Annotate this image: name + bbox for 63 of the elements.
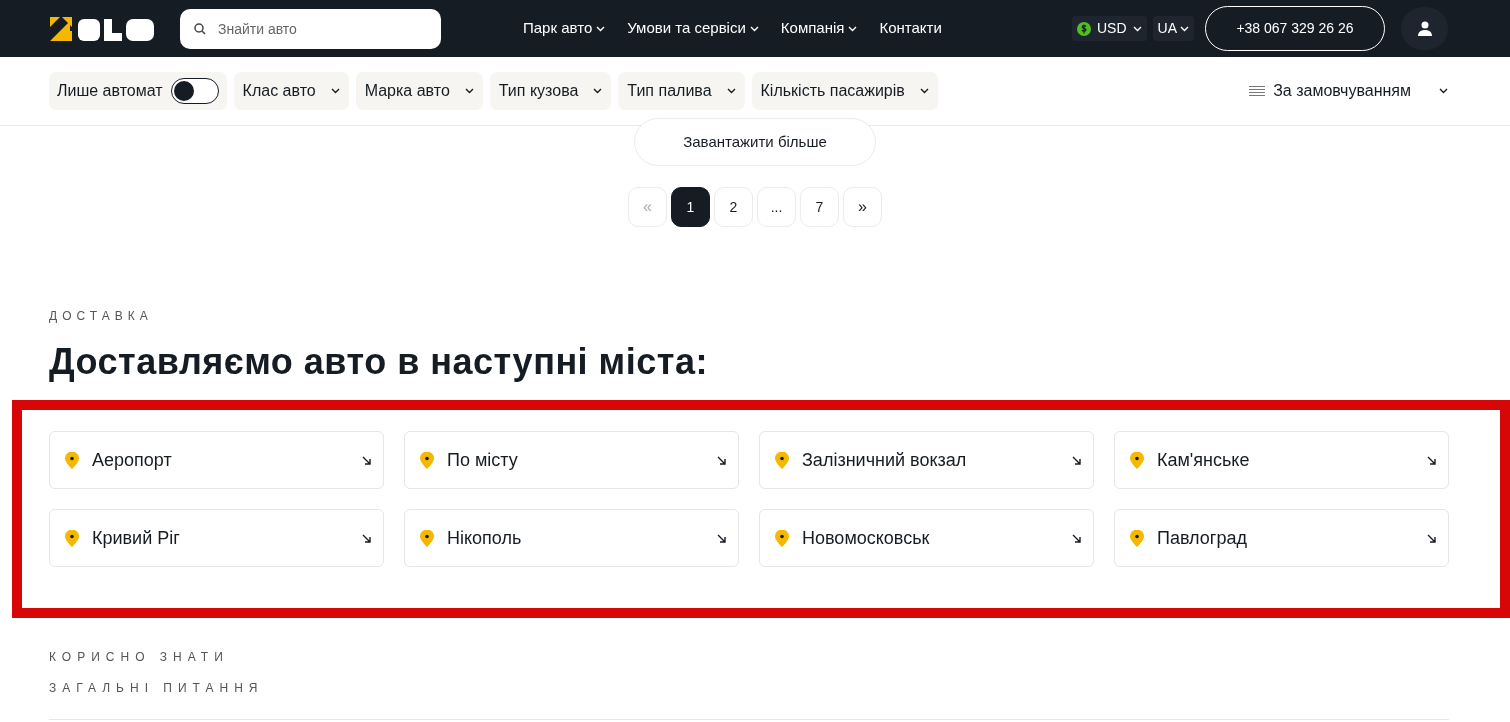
map-pin-icon: [420, 451, 434, 469]
dollar-coin-icon: [1077, 21, 1091, 36]
chevron-down-icon: [330, 88, 340, 94]
arrow-down-right-icon: [362, 455, 371, 465]
filter-dropdown[interactable]: Клас авто: [233, 72, 349, 110]
map-pin-icon: [1130, 451, 1144, 469]
arrow-down-right-icon: [362, 533, 371, 543]
automatic-toggle-chip[interactable]: Лише автомат: [49, 72, 227, 110]
map-pin-icon: [775, 529, 789, 547]
account-button[interactable]: [1401, 7, 1448, 50]
chevron-down-icon: [1180, 25, 1189, 32]
chevron-down-icon: [464, 88, 474, 94]
city-card[interactable]: Кривий Ріг: [49, 509, 384, 567]
city-card[interactable]: Аеропорт: [49, 431, 384, 489]
arrow-down-right-icon: [1427, 455, 1436, 465]
nav-link[interactable]: Парк авто: [522, 17, 607, 40]
map-pin-icon: [775, 451, 789, 469]
city-card[interactable]: Залізничний вокзал: [759, 431, 1094, 489]
toggle-switch[interactable]: [170, 78, 219, 104]
arrow-down-right-icon: [1072, 455, 1081, 465]
city-card[interactable]: По місту: [404, 431, 739, 489]
search-field[interactable]: Знайти авто: [180, 8, 441, 49]
map-pin-icon: [420, 529, 434, 547]
nav-link[interactable]: Контакти: [878, 17, 943, 40]
language-select[interactable]: UA: [1152, 16, 1194, 41]
chevron-down-icon: [1132, 25, 1142, 32]
user-icon: [1417, 21, 1432, 36]
chevron-down-icon: [919, 88, 929, 94]
pagination-page[interactable]: 1: [671, 187, 710, 227]
arrow-down-right-icon: [1427, 533, 1436, 543]
chevron-down-icon: [726, 88, 736, 94]
city-card[interactable]: Нікополь: [404, 509, 739, 567]
section-subtitle: ЗАГАЛЬНІ ПИТАННЯ: [49, 680, 265, 697]
map-pin-icon: [65, 451, 79, 469]
city-card[interactable]: Новомосковськ: [759, 509, 1094, 567]
pagination-page[interactable]: 2: [714, 187, 753, 227]
map-pin-icon: [65, 529, 79, 547]
city-card[interactable]: Кам'янське: [1114, 431, 1449, 489]
nav-link[interactable]: Компанія: [779, 17, 859, 40]
map-pin-icon: [1130, 529, 1144, 547]
section-eyebrow: КОРИСНО ЗНАТИ: [49, 649, 230, 666]
arrow-down-right-icon: [717, 455, 726, 465]
search-icon: [194, 22, 206, 35]
sort-dropdown[interactable]: За замовчуванням: [1249, 79, 1448, 103]
filter-dropdown[interactable]: Кількість пасажирів: [751, 72, 938, 110]
section-heading: Доставляємо авто в наступні міста:: [49, 340, 709, 384]
lines-icon: [1249, 85, 1266, 97]
nav-link[interactable]: Умови та сервіси: [626, 17, 760, 40]
load-more-button[interactable]: Завантажити більше: [634, 118, 876, 166]
pagination-arrow[interactable]: »: [843, 187, 882, 227]
arrow-down-right-icon: [717, 533, 726, 543]
city-card[interactable]: Павлоград: [1114, 509, 1449, 567]
currency-select[interactable]: USD: [1072, 16, 1147, 41]
toggle-label: Лише автомат: [57, 81, 163, 101]
arrow-down-right-icon: [1072, 533, 1081, 543]
filter-dropdown[interactable]: Марка авто: [355, 72, 483, 110]
pagination-page[interactable]: 7: [800, 187, 839, 227]
pagination-page[interactable]: ...: [757, 187, 796, 227]
chevron-down-icon: [1439, 88, 1448, 94]
chevron-down-icon: [593, 88, 603, 94]
section-eyebrow: ДОСТАВКА: [49, 308, 154, 325]
filter-dropdown[interactable]: Тип кузова: [489, 72, 612, 110]
filter-dropdown[interactable]: Тип палива: [618, 72, 745, 110]
